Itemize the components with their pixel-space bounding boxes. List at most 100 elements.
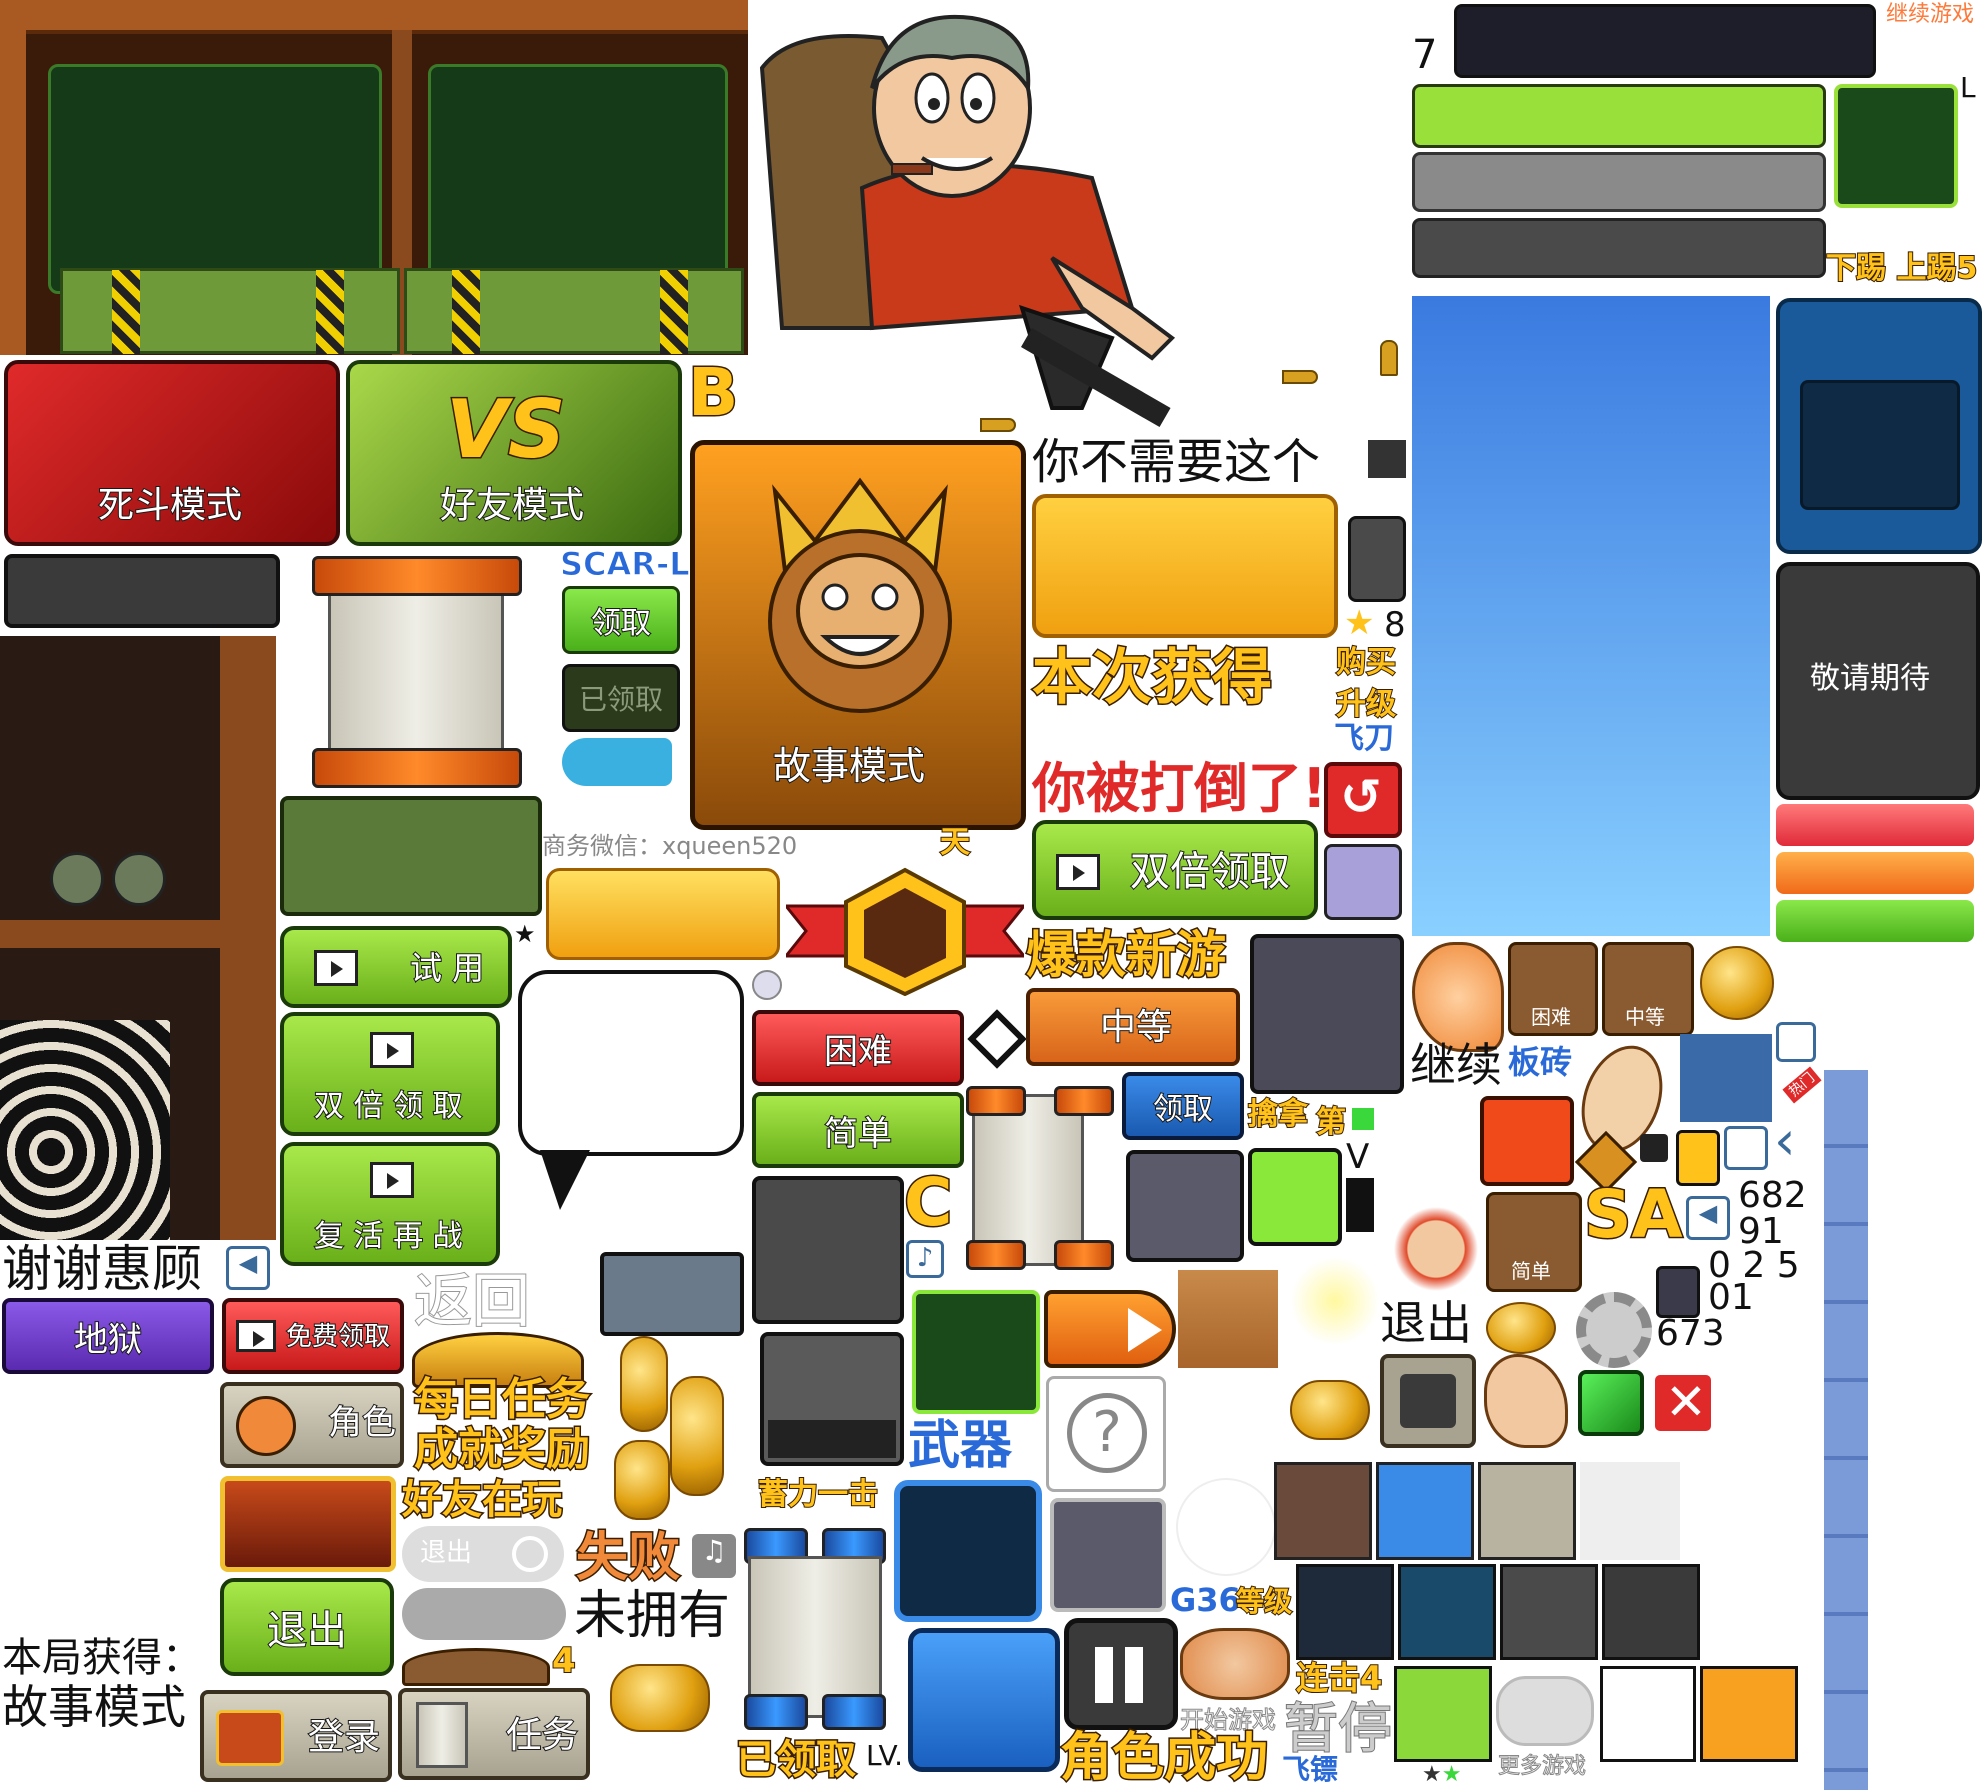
red-bar [1776,804,1974,846]
level-label: 等级 [1235,1585,1293,1618]
shelf-top [0,0,748,34]
letter-b: B [686,354,739,431]
ribbon-badge [786,867,1024,996]
music-note-icon: ♫ [692,1534,736,1578]
revive-ad-button[interactable]: 复 活 再 战 [280,1142,500,1266]
task-label: 任务 [505,1715,579,1756]
gray-tile-medium [1126,1150,1244,1262]
green-bar-small [1776,900,1974,942]
hard-button[interactable]: 困难 [752,1010,964,1086]
orange-bar [1776,852,1974,894]
gamepad-icon [1496,1676,1594,1746]
free-claim-button[interactable]: 免费领取 [222,1298,404,1374]
daily-label: 每日任务 [413,1374,592,1425]
combo-label: 连击4 [1295,1659,1383,1697]
retry-button[interactable]: ↺ [1324,762,1402,838]
exit-label-large: 退出 [1380,1296,1472,1350]
lavender-tile [1324,844,1402,920]
coin-stack-3 [614,1440,670,1520]
board-left [48,64,382,294]
gray-tile-large [1250,934,1404,1094]
gear-icon[interactable] [1576,1292,1652,1368]
open-chest-icon [402,1648,550,1686]
swatch-darkgray [1500,1564,1598,1660]
task-button[interactable]: 任务 [398,1688,590,1780]
yellow-button-large[interactable] [1032,494,1338,638]
gold-coin-icon [1700,946,1774,1020]
deathmatch-label: 死斗模式 [97,485,243,526]
easy-button[interactable]: 简单 [752,1092,964,1168]
blue-scroll-bottom-2 [822,1694,886,1730]
scroll-roll-bottom [312,748,522,788]
sky-label: 天 [939,825,971,860]
claimed-label: 已领取 [578,683,663,716]
double-claim-label: 双倍领取 [1129,849,1291,895]
gold-bar [546,868,780,960]
green-bar [1412,84,1826,148]
swatch-teal [1398,1564,1496,1660]
deathmatch-mode-button[interactable]: 死斗模式 [4,360,340,546]
swatch-charcoal [1602,1564,1700,1660]
kick-label: 下踢 上踢5 [1825,251,1978,286]
hand-icon [1484,1354,1568,1448]
small-star-icon: ★ [514,920,536,948]
dark-gray-bar [1412,218,1826,278]
target-board [0,1020,170,1240]
gray-slot-2-bottom [768,1420,896,1458]
locked-chest-icon [600,1252,744,1336]
pause-button[interactable] [1064,1618,1178,1730]
hell-button[interactable]: 地狱 [2,1298,214,1374]
swatch-navy [1296,1564,1394,1660]
local-earned-label: 本局获得： [2,1635,202,1681]
grenade-icon-1 [50,852,104,906]
music-off-icon: ♪ [906,1240,944,1278]
close-button[interactable]: ✕ [1652,1372,1714,1434]
double-scroll-bottom-2 [1054,1240,1114,1270]
continue-label: 继续 [1410,1038,1502,1092]
claimed-button: 已领取 [562,664,680,732]
claim-blue-label: 领取 [1152,1091,1214,1128]
dark-square-tiny [1640,1134,1668,1162]
exit-button[interactable]: 退出 [220,1578,394,1676]
capture-label: 擒拿 [1247,1097,1309,1132]
trial-ad-button[interactable]: 试 用 [280,926,512,1008]
count-4: 4 [551,1641,577,1681]
help-button[interactable]: ? [1046,1376,1166,1492]
free-video-icon [236,1320,276,1352]
not-need-label: 你不需要这个 [1032,434,1321,490]
orange-red-tile [1480,1096,1574,1186]
claim-blue-button[interactable]: 领取 [1122,1072,1244,1140]
scroll-roll-top [312,556,522,596]
swatch-white [1600,1666,1696,1762]
digits-682: 682 [1738,1175,1807,1216]
coming-soon-label: 敬请期待 [1810,661,1930,696]
friends-play-label: 好友在玩 [401,1477,564,1523]
swatch-orange [1700,1666,1798,1762]
gray-frame-tile [1380,1354,1476,1448]
role-button[interactable]: 角色 [220,1382,404,1468]
medium-button-orange[interactable]: 中等 [1026,988,1240,1066]
claim-button[interactable]: 领取 [562,586,680,654]
trial-label: 试 用 [409,949,485,987]
login-button[interactable]: 登录 [200,1690,392,1782]
bullet-icon-3 [980,418,1016,432]
revive-label: 复 活 再 战 [313,1219,464,1254]
star-count: 8 [1384,605,1406,645]
gray-slot-1 [752,1176,904,1324]
gray-dot [752,970,782,1000]
exit-toggle[interactable]: 退出 [402,1526,564,1582]
double-ad-button[interactable]: 双 倍 领 取 [280,1012,500,1136]
brick-label: 板砖 [1508,1043,1573,1081]
double-claim-button[interactable]: 双倍领取 [1032,820,1318,920]
coin-stack-5 [1290,1380,1370,1440]
role-label: 角色 [327,1403,397,1443]
sky-gradient-panel [1412,296,1770,936]
digits-673: 673 [1656,1313,1725,1354]
dark-bar [1454,4,1876,78]
story-mode-button[interactable]: 故事模式 [690,440,1026,830]
scroll-medium-label: 中等 [1625,1005,1665,1029]
orange-arrow-button[interactable] [1044,1290,1176,1368]
friend-mode-button[interactable]: VS 好友模式 [346,360,682,546]
medium-label: 中等 [1099,1007,1173,1048]
treasure-chest-large [220,1476,396,1572]
